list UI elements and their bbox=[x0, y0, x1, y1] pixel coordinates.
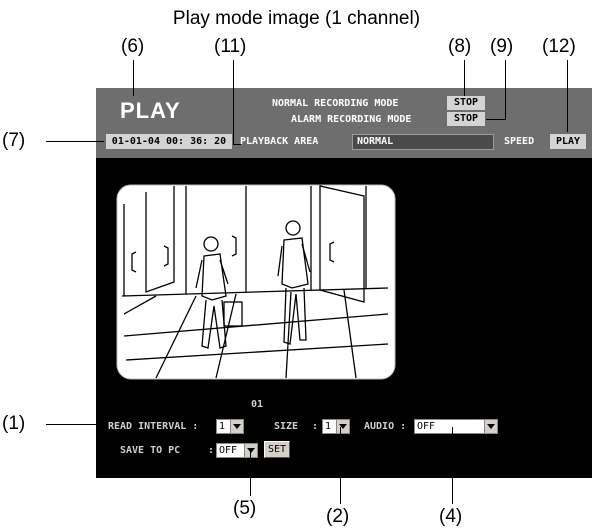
save-to-pc-select[interactable]: OFF bbox=[216, 443, 258, 458]
save-to-pc-value: OFF bbox=[219, 445, 238, 456]
date-time-display: 01-01-04 00: 36: 20 bbox=[106, 134, 232, 149]
save-colon: : bbox=[208, 445, 215, 456]
set-button[interactable]: SET bbox=[264, 441, 290, 458]
playback-area-value: NORMAL bbox=[352, 134, 494, 150]
audio-label: AUDIO : bbox=[364, 421, 407, 432]
alarm-mode-label: ALARM RECORDING MODE bbox=[291, 114, 412, 125]
mode-title: PLAY bbox=[120, 98, 181, 123]
normal-mode-label: NORMAL RECORDING MODE bbox=[272, 98, 399, 109]
read-interval-value: 1 bbox=[219, 421, 226, 432]
channel-number: 01 bbox=[251, 399, 264, 410]
audio-value: OFF bbox=[417, 421, 436, 432]
leader-8 bbox=[464, 60, 465, 96]
figure-caption: Play mode image (1 channel) bbox=[172, 8, 421, 29]
audio-select[interactable]: OFF bbox=[414, 419, 498, 434]
callout-12: (12) bbox=[542, 36, 576, 57]
leader-12 bbox=[567, 60, 568, 132]
save-to-pc-label: SAVE TO PC bbox=[120, 445, 181, 456]
play-screen: PLAY NORMAL RECORDING MODE STOP ALARM RE… bbox=[96, 88, 592, 478]
camera-image bbox=[116, 184, 396, 380]
leader-7 bbox=[46, 141, 104, 142]
leader-5 bbox=[250, 452, 251, 496]
size-value: 1 bbox=[325, 421, 332, 432]
callout-7: (7) bbox=[2, 130, 26, 151]
callout-8: (8) bbox=[448, 36, 472, 57]
callout-9: (9) bbox=[490, 36, 514, 57]
camera-scene-icon bbox=[116, 184, 396, 380]
callout-1: (1) bbox=[2, 413, 26, 434]
callout-4: (4) bbox=[439, 506, 463, 527]
speed-label: SPEED bbox=[504, 136, 535, 147]
leader-11b bbox=[233, 144, 241, 145]
alarm-mode-status: STOP bbox=[447, 112, 485, 126]
size-colon: : bbox=[312, 421, 319, 432]
leader-2 bbox=[340, 427, 341, 504]
read-interval-select[interactable]: 1 bbox=[216, 419, 244, 434]
size-label: SIZE bbox=[274, 421, 299, 432]
playback-area-label: PLAYBACK AREA bbox=[240, 136, 319, 147]
leader-1 bbox=[46, 424, 106, 425]
leader-4 bbox=[452, 427, 453, 504]
normal-mode-status: STOP bbox=[447, 96, 485, 110]
size-select[interactable]: 1 bbox=[322, 419, 350, 434]
callout-11: (11) bbox=[214, 36, 247, 57]
leader-9b bbox=[486, 119, 506, 120]
callout-6: (6) bbox=[121, 36, 145, 57]
callout-5: (5) bbox=[233, 498, 257, 519]
callout-2: (2) bbox=[326, 506, 350, 527]
read-interval-label: READ INTERVAL : bbox=[108, 421, 199, 432]
leader-9 bbox=[505, 60, 506, 120]
leader-11 bbox=[233, 60, 234, 145]
leader-6 bbox=[133, 60, 134, 96]
chevron-down-icon bbox=[230, 420, 243, 433]
speed-value: PLAY bbox=[550, 134, 586, 149]
chevron-down-icon bbox=[484, 420, 497, 433]
chevron-down-icon bbox=[336, 420, 349, 433]
